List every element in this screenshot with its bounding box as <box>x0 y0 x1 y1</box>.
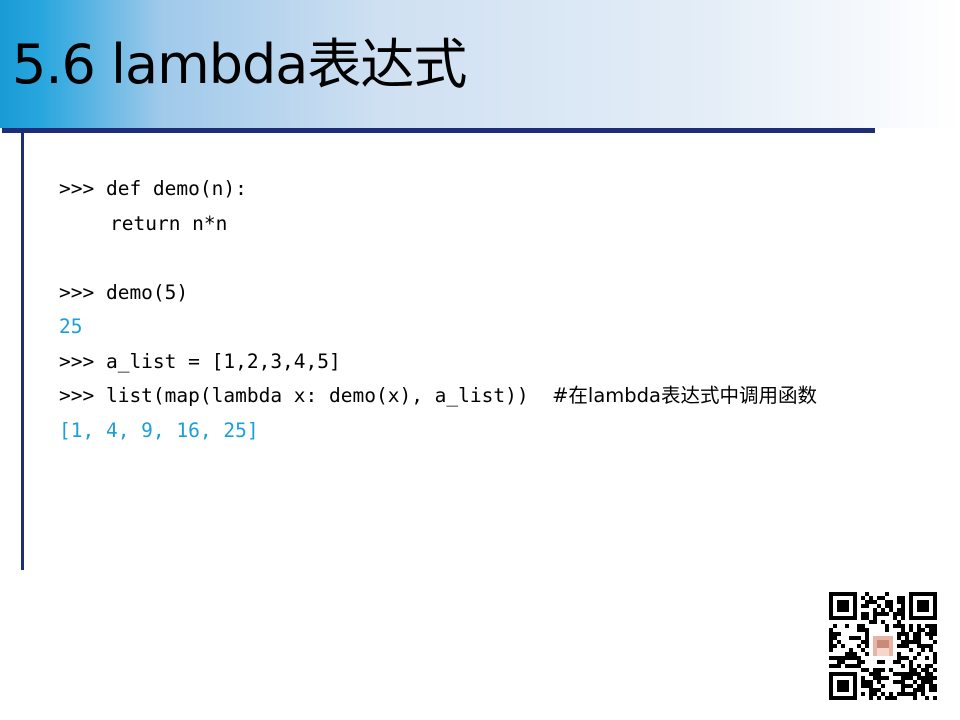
code-line: >>> def demo(n): <box>59 177 247 200</box>
left-rule <box>21 130 24 570</box>
code-line: >>> demo(5) <box>59 280 189 304</box>
code-block: >>> def demo(n): return n*n >>> demo(5) … <box>59 172 817 448</box>
code-text: >>> list(map(lambda x: demo(x), a_list)) <box>59 384 553 407</box>
qr-code-icon <box>829 592 937 700</box>
code-comment: #在lambda表达式中调用函数 <box>552 384 818 407</box>
code-line-with-comment: >>> list(map(lambda x: demo(x), a_list))… <box>59 379 817 414</box>
code-line: return n*n <box>110 211 228 235</box>
code-line: >>> a_list = [1,2,3,4,5] <box>59 349 341 373</box>
slide-title: 5.6 lambda表达式 <box>12 33 467 96</box>
title-underline <box>2 128 875 133</box>
code-output: [1, 4, 9, 16, 25] <box>59 418 259 442</box>
code-output: 25 <box>59 315 83 338</box>
